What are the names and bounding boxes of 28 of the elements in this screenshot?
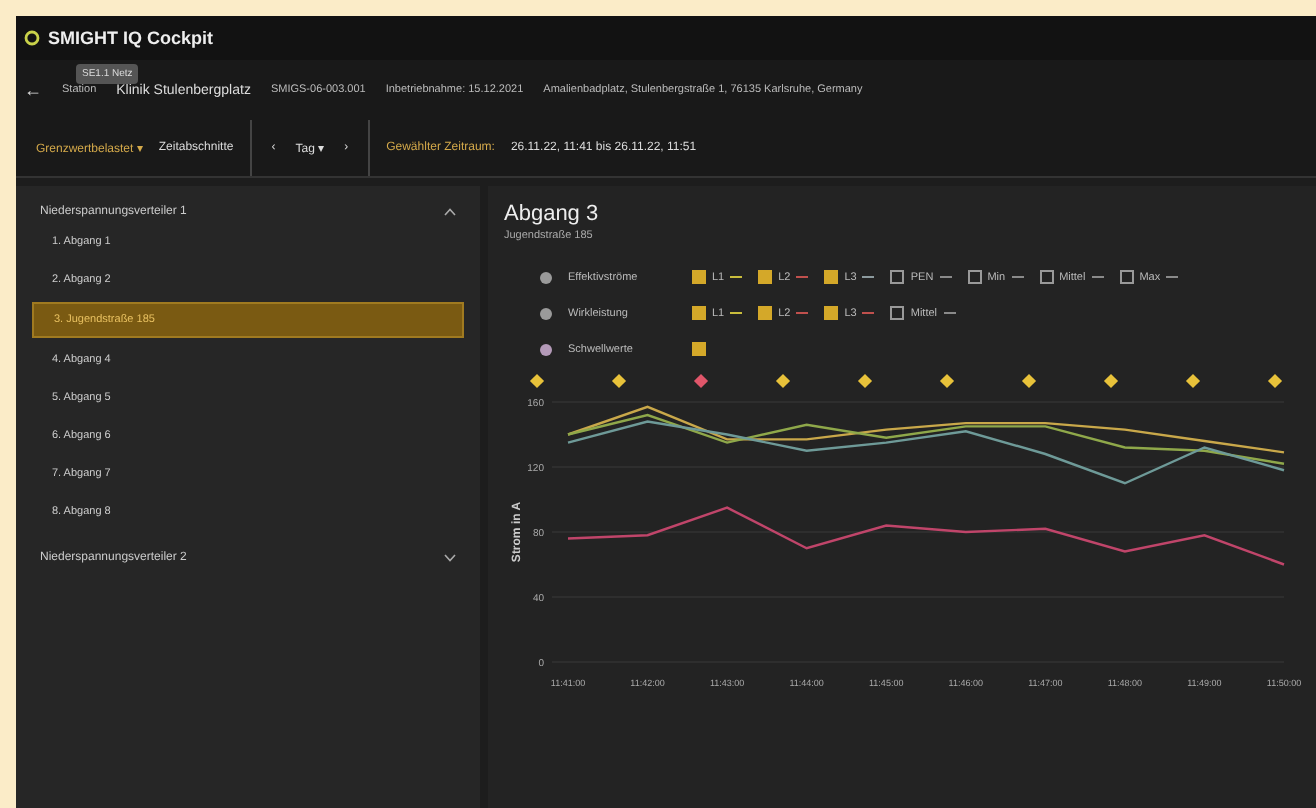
event-marker[interactable] [1021, 373, 1037, 389]
event-marker[interactable] [611, 373, 627, 389]
checkbox[interactable] [1119, 270, 1134, 284]
checkbox[interactable] [890, 270, 905, 284]
checkbox[interactable] [758, 270, 773, 284]
back-button[interactable]: ← [24, 80, 42, 100]
event-marker[interactable] [1103, 373, 1119, 389]
event-marker[interactable] [939, 373, 955, 389]
checkbox[interactable] [824, 270, 839, 284]
event-marker[interactable] [693, 373, 709, 389]
app-title: SMIGHT IQ Cockpit [48, 28, 214, 48]
panel-title: Abgang 3 [504, 202, 601, 226]
event-marker[interactable] [1267, 373, 1283, 389]
logo-icon [24, 30, 40, 46]
checkbox[interactable] [890, 306, 905, 320]
event-marker[interactable] [529, 373, 545, 389]
checkbox[interactable] [967, 270, 982, 284]
chevron-icon[interactable] [444, 554, 456, 562]
checkbox[interactable] [1039, 270, 1054, 284]
chevron-icon[interactable] [444, 208, 456, 216]
checkbox[interactable] [758, 306, 773, 320]
checkbox[interactable] [692, 270, 706, 284]
event-marker[interactable] [1185, 373, 1201, 389]
checkbox[interactable] [824, 306, 839, 320]
event-marker[interactable] [857, 373, 873, 389]
checkbox[interactable] [692, 306, 706, 320]
event-marker[interactable] [775, 373, 791, 389]
checkbox[interactable] [692, 342, 706, 356]
